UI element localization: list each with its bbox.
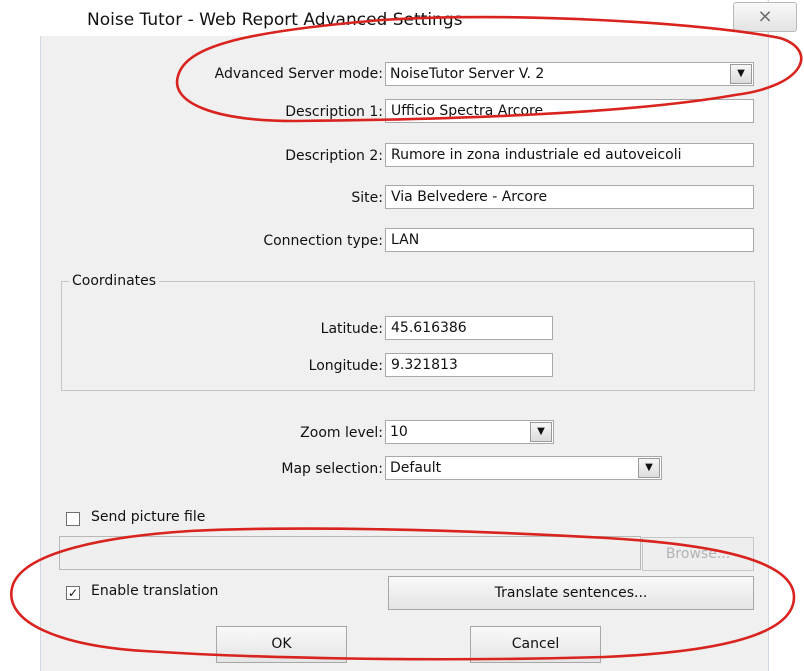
- send-picture-checkbox[interactable]: [66, 512, 80, 526]
- zoom-level-label: Zoom level:: [300, 425, 383, 441]
- site-label: Site:: [351, 190, 383, 206]
- description-1-field[interactable]: Ufficio Spectra Arcore: [385, 99, 754, 123]
- browse-button: Browse...: [642, 537, 754, 571]
- latitude-label: Latitude:: [320, 321, 383, 337]
- chevron-down-icon[interactable]: ▼: [730, 64, 752, 84]
- description-2-label: Description 2:: [285, 148, 383, 164]
- connection-type-field[interactable]: LAN: [385, 228, 754, 252]
- cancel-button[interactable]: Cancel: [470, 626, 601, 663]
- map-selection-value: Default: [390, 460, 442, 476]
- checkmark-icon: ✓: [67, 586, 79, 600]
- send-picture-label: Send picture file: [91, 509, 206, 525]
- window-title: Noise Tutor - Web Report Advanced Settin…: [87, 10, 463, 30]
- advanced-server-mode-select[interactable]: NoiseTutor Server V. 2 ▼: [385, 62, 754, 86]
- chevron-down-icon[interactable]: ▼: [530, 422, 552, 442]
- coordinates-group-title: Coordinates: [69, 273, 160, 289]
- description-2-field[interactable]: Rumore in zona industriale ed autoveicol…: [385, 143, 754, 167]
- ok-button[interactable]: OK: [216, 626, 347, 663]
- enable-translation-label: Enable translation: [91, 583, 219, 599]
- advanced-server-mode-label: Advanced Server mode:: [214, 66, 383, 82]
- zoom-level-value: 10: [390, 424, 408, 440]
- zoom-level-select[interactable]: 10 ▼: [385, 420, 554, 444]
- longitude-field[interactable]: 9.321813: [385, 353, 553, 377]
- translate-sentences-button[interactable]: Translate sentences...: [388, 576, 754, 610]
- longitude-label: Longitude:: [308, 358, 383, 374]
- close-icon: ⨯: [757, 6, 773, 27]
- chevron-down-icon[interactable]: ▼: [638, 458, 660, 478]
- enable-translation-checkbox[interactable]: ✓: [66, 586, 80, 600]
- connection-type-label: Connection type:: [263, 233, 383, 249]
- map-selection-label: Map selection:: [281, 461, 383, 477]
- map-selection-select[interactable]: Default ▼: [385, 456, 662, 480]
- title-bar: Noise Tutor - Web Report Advanced Settin…: [40, 0, 797, 36]
- picture-file-path-field: [59, 536, 641, 570]
- description-1-label: Description 1:: [285, 104, 383, 120]
- site-field[interactable]: Via Belvedere - Arcore: [385, 185, 754, 209]
- close-button[interactable]: ⨯: [733, 2, 797, 32]
- latitude-field[interactable]: 45.616386: [385, 316, 553, 340]
- advanced-server-mode-value: NoiseTutor Server V. 2: [390, 66, 545, 82]
- screenshot-stage: Noise Tutor - Web Report Advanced Settin…: [0, 0, 804, 671]
